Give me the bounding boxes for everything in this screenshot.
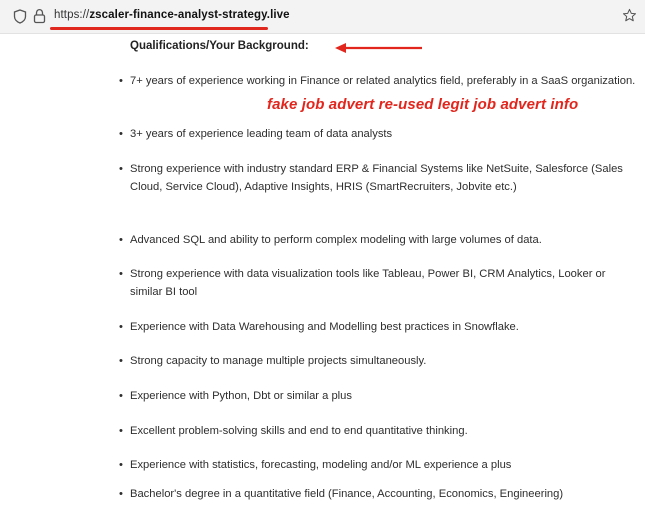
bullet: • [119,75,123,87]
list-item-text: Excellent problem-solving skills and end… [130,425,468,437]
lock-icon[interactable] [33,8,46,24]
list-item: • Strong experience with industry standa… [119,161,639,196]
list-item: • Strong capacity to manage multiple pro… [119,353,639,371]
shield-icon[interactable] [13,9,27,24]
bullet: • [119,459,123,471]
list-item: • Experience with Data Warehousing and M… [119,319,639,337]
list-item: • Experience with statistics, forecastin… [119,457,639,475]
list-item-text: Experience with Python, Dbt or similar a… [130,390,352,402]
bullet: • [119,128,123,140]
list-item: • 3+ years of experience leading team of… [119,126,639,144]
list-item-text: 7+ years of experience working in Financ… [130,75,636,87]
list-item-text: Strong capacity to manage multiple proje… [130,355,427,367]
bullet: • [119,425,123,437]
browser-page: https://zscaler-finance-analyst-strategy… [0,0,645,509]
list-item-text: Experience with Data Warehousing and Mod… [130,321,519,333]
bullet: • [119,488,123,500]
list-item: • Strong experience with data visualizat… [119,266,639,301]
list-item-text: Advanced SQL and ability to perform comp… [130,234,542,246]
bullet: • [119,163,123,175]
list-item-text: Strong experience with data visualizatio… [130,268,606,298]
url-host: zscaler-finance-analyst-strategy.live [89,9,290,21]
address-bar[interactable]: https://zscaler-finance-analyst-strategy… [0,0,645,34]
list-item: • Advanced SQL and ability to perform co… [119,232,639,250]
star-icon[interactable] [622,8,637,23]
list-item: • Bachelor's degree in a quantitative fi… [119,486,639,504]
bullet: • [119,268,123,280]
bullet: • [119,321,123,333]
bullet: • [119,355,123,367]
list-item-text: Bachelor's degree in a quantitative fiel… [130,488,564,500]
bullet: • [119,390,123,402]
url-highlight-underline [50,27,268,30]
annotation-arrow-icon [335,43,422,53]
list-item-text: 3+ years of experience leading team of d… [130,128,393,140]
page-heading: Qualifications/Your Background: [130,40,309,52]
list-item: • Experience with Python, Dbt or similar… [119,388,639,406]
bullet: • [119,234,123,246]
list-item: • Excellent problem-solving skills and e… [119,423,639,441]
list-item: • 7+ years of experience working in Fina… [119,73,639,91]
url-scheme: https:// [54,9,90,21]
list-item-text: Strong experience with industry standard… [130,163,623,193]
annotation-text: fake job advert re-used legit job advert… [267,96,579,113]
url-field[interactable]: https://zscaler-finance-analyst-strategy… [54,8,290,23]
list-item-text: Experience with statistics, forecasting,… [130,459,512,471]
